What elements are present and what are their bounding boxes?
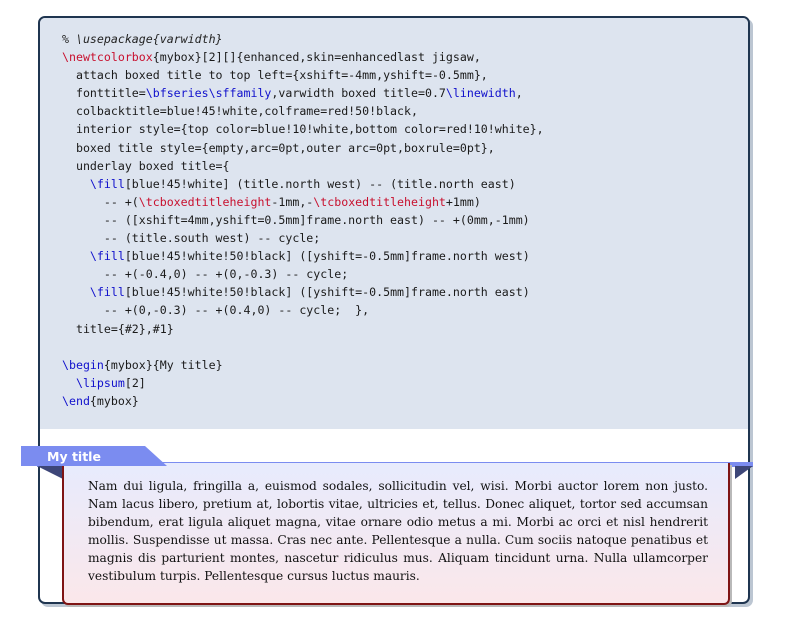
code-text: {mybox} bbox=[89, 393, 139, 408]
code-text: -- (title.south west) -- cycle; bbox=[62, 231, 321, 246]
code-text: {mybox}[2][]{enhanced,skin=enhancedlast … bbox=[152, 50, 481, 65]
code-line: \lipsum[2] bbox=[62, 374, 544, 392]
code-text: fonttitle= bbox=[62, 86, 146, 101]
code-listing: % \usepackage{varwidth} \newtcolorbox{myb… bbox=[62, 30, 544, 410]
code-line: -- +(\tcboxedtitleheight-1mm,-\tcboxedti… bbox=[62, 193, 544, 211]
right-flap-shape bbox=[735, 466, 753, 479]
code-token-kw-red: \tcboxedtitleheight bbox=[313, 194, 446, 209]
code-line: \fill[blue!45!white!50!black] ([yshift=-… bbox=[62, 247, 544, 265]
code-line: -- (title.south west) -- cycle; bbox=[62, 229, 544, 247]
code-token-cm: % \usepackage{varwidth} bbox=[62, 32, 223, 46]
code-text: -1mm,- bbox=[271, 194, 314, 209]
code-line: -- +(0,-0.3) -- +(0.4,0) -- cycle; }, bbox=[62, 301, 544, 319]
code-text: -- +( bbox=[62, 194, 139, 209]
code-line: -- +(-0.4,0) -- +(0,-0.3) -- cycle; bbox=[62, 265, 544, 283]
code-text: [blue!45!white] (title.north west) -- (t… bbox=[124, 176, 516, 191]
code-token-kw-blue: \end bbox=[62, 393, 90, 408]
code-line: \fill[blue!45!white!50!black] ([yshift=-… bbox=[62, 283, 544, 301]
code-line: \fill[blue!45!white] (title.north west) … bbox=[62, 175, 544, 193]
box-title: My title bbox=[47, 449, 101, 464]
code-text: -- +(-0.4,0) -- +(0,-0.3) -- cycle; bbox=[62, 267, 349, 282]
code-text: [2] bbox=[124, 375, 146, 390]
code-line: % \usepackage{varwidth} bbox=[62, 30, 544, 48]
code-line: interior style={top color=blue!10!white,… bbox=[62, 120, 544, 138]
code-line: \begin{mybox}{My title} bbox=[62, 356, 544, 374]
code-token-kw-blue: \bfseries\sffamily bbox=[145, 86, 272, 101]
code-line: fonttitle=\bfseries\sffamily,varwidth bo… bbox=[62, 84, 544, 102]
code-text: , bbox=[515, 86, 523, 101]
code-line: attach boxed title to top left={xshift=-… bbox=[62, 66, 544, 84]
code-line: title={#2},#1} bbox=[62, 320, 544, 338]
code-text: interior style={top color=blue!10!white,… bbox=[62, 122, 544, 137]
code-line: underlay boxed title={ bbox=[62, 157, 544, 175]
code-token-kw-blue: \begin bbox=[62, 357, 104, 372]
lipsum-paragraph: Nam dui ligula, fringilla a, euismod sod… bbox=[88, 479, 708, 583]
left-flap-shape bbox=[37, 466, 63, 479]
code-text: +1mm) bbox=[445, 194, 481, 209]
code-text: {mybox}{My title} bbox=[103, 357, 223, 372]
code-token-kw-red: \newtcolorbox bbox=[62, 50, 153, 65]
code-token-kw-blue: \fill bbox=[89, 249, 125, 264]
code-line: \newtcolorbox{mybox}[2][]{enhanced,skin=… bbox=[62, 48, 544, 66]
code-text: underlay boxed title={ bbox=[62, 158, 230, 173]
mybox-result: Nam dui ligula, fringilla a, euismod sod… bbox=[62, 463, 730, 605]
code-text: attach boxed title to top left={xshift=-… bbox=[62, 68, 488, 83]
code-token-kw-blue: \fill bbox=[89, 176, 125, 191]
code-listing-panel: % \usepackage{varwidth} \newtcolorbox{myb… bbox=[40, 18, 748, 429]
code-line: \end{mybox} bbox=[62, 392, 544, 410]
code-text: boxed title style={empty,arc=0pt,outer a… bbox=[62, 140, 495, 155]
code-text: -- +(0,-0.3) -- +(0.4,0) -- cycle; }, bbox=[62, 303, 370, 318]
code-text: -- ([xshift=4mm,yshift=0.5mm]frame.north… bbox=[62, 212, 530, 227]
code-token-kw-blue: \linewidth bbox=[445, 86, 516, 101]
code-text: title={#2},#1} bbox=[62, 321, 174, 336]
code-text: ,varwidth boxed title=0.7 bbox=[271, 86, 446, 101]
code-token-kw-red: \tcboxedtitleheight bbox=[138, 194, 272, 209]
code-line: boxed title style={empty,arc=0pt,outer a… bbox=[62, 139, 544, 157]
code-text: [blue!45!white!50!black] ([yshift=-0.5mm… bbox=[124, 285, 530, 300]
code-token-kw-blue: \fill bbox=[89, 285, 125, 300]
code-text: [blue!45!white!50!black] ([yshift=-0.5mm… bbox=[124, 249, 530, 264]
code-line: colbacktitle=blue!45!white,colframe=red!… bbox=[62, 102, 544, 120]
code-token-kw-blue: \lipsum bbox=[75, 375, 125, 390]
code-text: colbacktitle=blue!45!white,colframe=red!… bbox=[62, 104, 418, 119]
code-line: -- ([xshift=4mm,yshift=0.5mm]frame.north… bbox=[62, 211, 544, 229]
